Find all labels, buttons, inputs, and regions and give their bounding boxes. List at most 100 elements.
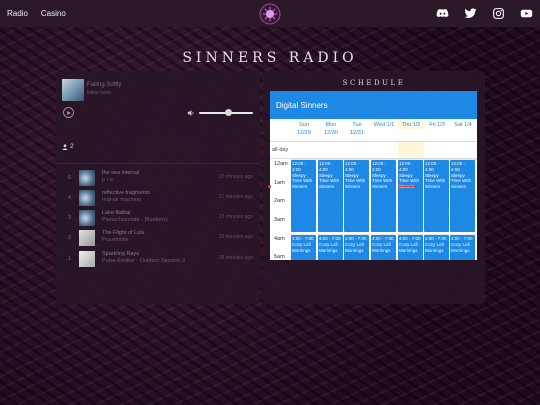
calendar-event[interactable]: 4:00 - 7:00 Cozy Lofi Mornings xyxy=(371,235,396,260)
history-album-art xyxy=(79,170,95,186)
site-logo[interactable] xyxy=(259,3,281,25)
history-title: the sea interval xyxy=(102,170,140,176)
now-indicator-dot xyxy=(268,185,271,188)
history-number: 2 xyxy=(68,235,72,241)
calendar-event[interactable]: 4:00 - 7:00 Cozy Lofi Mornings xyxy=(291,235,316,260)
history-album-art xyxy=(79,230,95,246)
volume-icon[interactable] xyxy=(187,109,195,117)
calendar-event[interactable]: 4:00 - 7:00 Cozy Lofi Mornings xyxy=(344,235,369,260)
day-name: Tue xyxy=(352,122,362,128)
calendar-event[interactable]: 4:00 - 7:00 Cozy Lofi Mornings xyxy=(450,235,475,260)
social-links xyxy=(428,0,540,27)
allday-row: all-day xyxy=(270,141,477,159)
day-header[interactable]: Sun 12/29 xyxy=(291,121,317,137)
youtube-icon xyxy=(520,9,532,18)
history-time: 20 minutes ago xyxy=(218,174,253,180)
day-header[interactable]: Wed 1/1 xyxy=(371,121,397,129)
calendar-event[interactable]: 12:00 - 4:00Sleepy Time With Sinners xyxy=(291,160,316,232)
history-artist: Pulse Emitter - Outdoor Session 2 xyxy=(102,258,186,264)
history-artist: Possimiste xyxy=(102,237,129,243)
day-name: Fri 1/3 xyxy=(429,122,445,128)
time-label: 12am xyxy=(274,161,288,167)
history-item: 4 reflective fragments mid-air machine 2… xyxy=(56,190,260,210)
history-time: 23 minutes ago xyxy=(218,214,253,220)
day-header[interactable]: Tue 12/31 xyxy=(344,121,370,137)
instagram-icon xyxy=(492,8,504,19)
event-time: 12:00 - 4:00 xyxy=(372,161,387,172)
now-indicator-line xyxy=(398,186,416,187)
event-time: 4:00 - 7:00 xyxy=(451,236,473,241)
time-label: 4am xyxy=(274,236,285,242)
nav-link-radio[interactable]: Radio xyxy=(7,9,28,18)
event-title: Cozy Lofi Mornings xyxy=(292,241,311,253)
event-title: Cozy Lofi Mornings xyxy=(399,241,418,253)
event-title: Cozy Lofi Mornings xyxy=(319,241,338,253)
history-time: 28 minutes ago xyxy=(218,255,253,261)
nav-link-casino[interactable]: Casino xyxy=(41,9,66,18)
event-title: Cozy Lofi Mornings xyxy=(451,241,470,253)
history-item: 3 Lake Baikal Pianochocolate - Blueberry… xyxy=(56,210,260,230)
now-playing-artist: kaleo kane xyxy=(87,90,112,96)
calendar-event[interactable]: 12:00 - 4:00Sleepy Time With Sinners xyxy=(398,160,423,232)
event-title: Sleepy Time With Sinners xyxy=(425,172,446,190)
calendar-event[interactable]: 12:00 - 4:00Sleepy Time With Sinners xyxy=(344,160,369,232)
twitter-link[interactable] xyxy=(456,0,484,27)
day-date: 12/30 xyxy=(324,130,338,136)
listener-count: 2 xyxy=(62,143,74,150)
day-header[interactable]: Sat 1/4 xyxy=(450,121,476,129)
history-album-art xyxy=(79,251,95,267)
day-name: Sat 1/4 xyxy=(454,122,472,128)
allday-label: all-day xyxy=(272,147,289,153)
event-time: 4:00 - 7:00 xyxy=(319,236,341,241)
event-title: Cozy Lofi Mornings xyxy=(345,241,364,253)
calendar-event[interactable]: 12:00 - 4:00Sleepy Time With Sinners xyxy=(371,160,396,232)
calendar-event[interactable]: 12:00 - 4:00Sleepy Time With Sinners xyxy=(450,160,475,232)
panel-divider xyxy=(56,163,260,164)
page-title: SINNERS RADIO xyxy=(182,50,358,66)
history-number: 3 xyxy=(68,215,72,221)
history-time: 21 minutes ago xyxy=(218,194,253,200)
calendar-title: Digital Sinners xyxy=(270,91,477,119)
calendar: Digital Sinners Sun 12/29 Mon 12/30 Tue 12/… xyxy=(270,91,477,260)
time-label: 2am xyxy=(274,198,285,204)
history-artist: Pianochocolate - Blueberry xyxy=(102,217,169,223)
day-header[interactable]: Fri 1/3 xyxy=(424,121,450,129)
time-label: 3am xyxy=(274,217,285,223)
discord-link[interactable] xyxy=(428,0,456,27)
event-title: Sleepy Time With Sinners xyxy=(399,172,420,190)
calendar-event[interactable]: 4:00 - 7:00 Cozy Lofi Mornings xyxy=(424,235,449,260)
calendar-event[interactable]: 12:00 - 4:00Sleepy Time With Sinners xyxy=(318,160,343,232)
calendar-event[interactable]: 4:00 - 7:00 Cozy Lofi Mornings xyxy=(398,235,423,260)
play-button[interactable] xyxy=(63,107,74,118)
now-playing-title: Falling Softly xyxy=(87,82,122,88)
now-playing-album-art xyxy=(62,79,84,101)
event-title: Sleepy Time With Sinners xyxy=(292,172,313,190)
calendar-event[interactable]: 12:00 - 4:00Sleepy Time With Sinners xyxy=(424,160,449,232)
history-item: 6 the sea interval p r e 20 minutes ago xyxy=(56,170,260,190)
event-time: 4:00 - 7:00 xyxy=(292,236,314,241)
youtube-link[interactable] xyxy=(512,0,540,27)
history-number: 6 xyxy=(68,175,72,181)
history-album-art xyxy=(79,210,95,226)
history-item: 2 The Flight of Lulu Possimiste 26 minut… xyxy=(56,230,260,250)
schedule-heading: SCHEDULE xyxy=(342,79,406,87)
event-title: Cozy Lofi Mornings xyxy=(372,241,391,253)
event-time: 4:00 - 7:00 xyxy=(372,236,394,241)
history-number: 1 xyxy=(68,256,72,262)
event-time: 4:00 - 7:00 xyxy=(345,236,367,241)
day-header-today[interactable]: Thu 1/2 xyxy=(398,121,424,129)
history-title: Lake Baikal xyxy=(102,210,131,216)
day-date: 12/31 xyxy=(350,130,364,136)
discord-icon xyxy=(436,9,448,18)
day-name: Mon xyxy=(325,122,337,128)
history-title: reflective fragments xyxy=(102,190,150,196)
calendar-event[interactable]: 4:00 - 7:00 Cozy Lofi Mornings xyxy=(318,235,343,260)
volume-slider-thumb[interactable] xyxy=(225,109,232,116)
day-header[interactable]: Mon 12/30 xyxy=(318,121,344,137)
instagram-link[interactable] xyxy=(484,0,512,27)
event-title: Sleepy Time With Sinners xyxy=(372,172,393,190)
event-time: 12:00 - 4:00 xyxy=(345,161,360,172)
event-title: Sleepy Time With Sinners xyxy=(345,172,366,190)
history-item: 1 Sparkling Rays Pulse Emitter - Outdoor… xyxy=(56,251,260,271)
history-title: The Flight of Lulu xyxy=(102,230,145,236)
